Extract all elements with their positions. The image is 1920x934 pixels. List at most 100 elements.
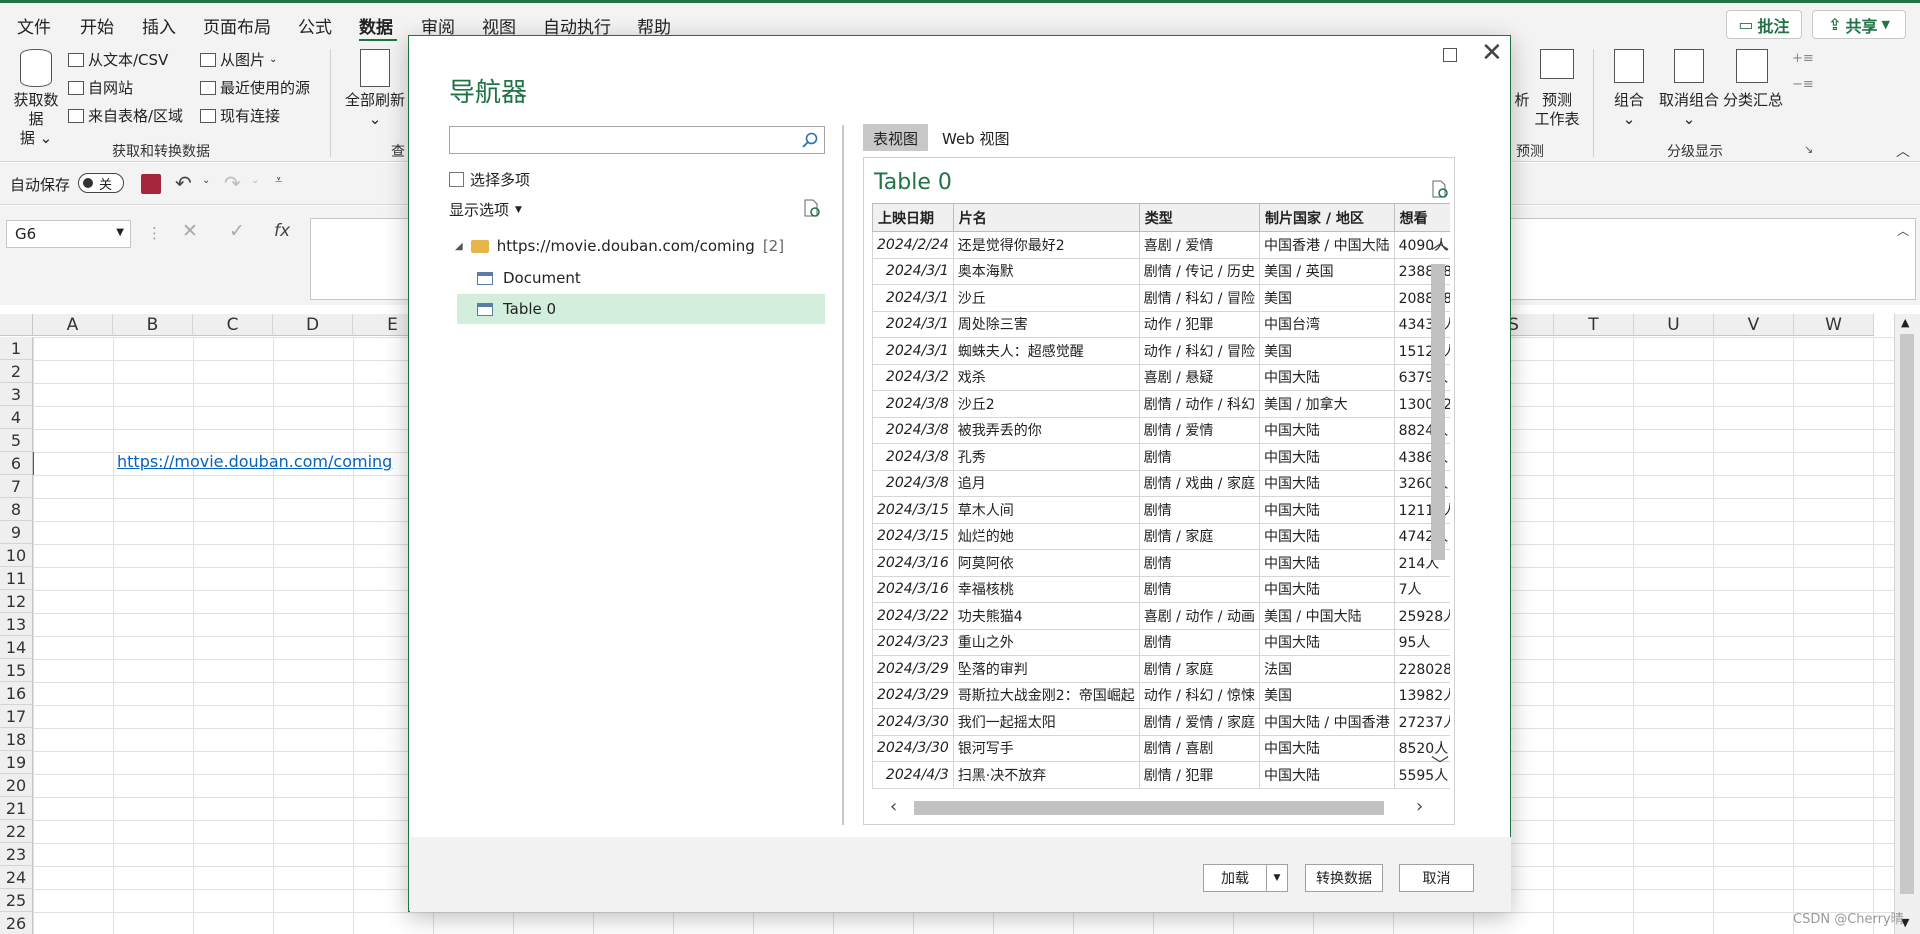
row-header[interactable]: 24 bbox=[0, 866, 33, 889]
table-row[interactable]: 2024/2/24 还是觉得你最好2 喜剧 / 爱情 中国香港 / 中国大陆 4090人 bbox=[872, 231, 1450, 259]
share-button[interactable]: ⇪ 共享 ▼ bbox=[1812, 10, 1906, 39]
refresh-icon[interactable] bbox=[801, 198, 821, 218]
table-row[interactable]: 2024/3/30 我们一起摇太阳 剧情 / 爱情 / 家庭 中国大陆 / 中国香港 2… bbox=[872, 708, 1450, 736]
table-row[interactable]: 2024/3/1周处除三害动作 / 犯罪中国台湾43439人 bbox=[872, 310, 1450, 338]
table-row[interactable]: 2024/3/8 孔秀 剧情 中国大陆 4386人 bbox=[872, 443, 1450, 471]
tree-root-node[interactable]: ◢ https://movie.douban.com/coming [2] bbox=[455, 237, 784, 255]
load-dropdown-button[interactable]: ▼ bbox=[1266, 864, 1288, 892]
scroll-up-icon[interactable]: ▲ bbox=[1901, 316, 1909, 329]
row-header[interactable]: 21 bbox=[0, 797, 33, 820]
row-header[interactable]: 5 bbox=[0, 429, 33, 452]
hide-detail-icon[interactable]: −≡ bbox=[1792, 77, 1814, 92]
table-row[interactable]: 2024/3/8沙丘2剧情 / 动作 / 科幻美国 / 加拿大130092人 bbox=[872, 390, 1450, 418]
column-header[interactable]: W bbox=[1794, 314, 1874, 336]
undo-icon[interactable]: ↶ bbox=[175, 171, 192, 195]
redo-icon[interactable]: ↷ bbox=[224, 171, 241, 195]
collapse-formula-bar-icon[interactable]: ︿ bbox=[1897, 222, 1909, 239]
row-header[interactable]: 15 bbox=[0, 659, 33, 682]
table-row[interactable]: 2024/3/16 幸福核桃 剧情 中国大陆 7人 bbox=[872, 575, 1450, 603]
ungroup-button[interactable]: 取消组合 ⌄ bbox=[1654, 91, 1724, 129]
tab-formulas[interactable]: 公式 bbox=[298, 13, 332, 38]
preview-vertical-scrollbar[interactable]: ︿ ﹀ bbox=[1428, 231, 1449, 781]
enter-icon[interactable]: ✓ bbox=[229, 220, 245, 242]
row-header[interactable]: 14 bbox=[0, 636, 33, 659]
table-row[interactable]: 2024/3/2 戏杀 喜剧 / 悬疑 中国大陆 6379人 bbox=[872, 363, 1450, 391]
sheet-vertical-scrollbar[interactable]: ▲ ▼ bbox=[1894, 314, 1920, 934]
tab-data[interactable]: 数据 bbox=[359, 13, 393, 38]
row-header[interactable]: 22 bbox=[0, 820, 33, 843]
column-header[interactable]: A bbox=[33, 314, 113, 336]
row-header[interactable]: 7 bbox=[0, 475, 33, 498]
column-header[interactable]: 制片国家 / 地区 bbox=[1258, 203, 1395, 232]
autosave-toggle[interactable]: 关 bbox=[78, 173, 124, 193]
table-row[interactable]: 2024/3/8 追月 剧情 / 戏曲 / 家庭 中国大陆 3260人 bbox=[872, 469, 1450, 497]
row-header[interactable]: 11 bbox=[0, 567, 33, 590]
row-header[interactable]: 4 bbox=[0, 406, 33, 429]
preview-horizontal-scrollbar[interactable]: ‹ › bbox=[874, 798, 1444, 818]
scroll-left-icon[interactable]: ‹ bbox=[890, 798, 897, 816]
customize-qat-icon[interactable]: ⩡ bbox=[275, 173, 282, 188]
dialog-launcher-icon[interactable]: ↘ bbox=[1804, 143, 1813, 156]
get-data-button[interactable]: 获取数据 据 ⌄ bbox=[8, 91, 64, 148]
table-row[interactable]: 2024/4/3 扫黑·决不放弃 剧情 / 犯罪 中国大陆 5595人 bbox=[872, 761, 1450, 789]
tab-page-layout[interactable]: 页面布局 bbox=[203, 13, 271, 38]
scrollbar-thumb[interactable] bbox=[1900, 334, 1914, 894]
navigator-search-input[interactable] bbox=[449, 126, 825, 154]
row-header[interactable]: 6 bbox=[0, 452, 33, 475]
group-button[interactable]: 组合 ⌄ bbox=[1604, 91, 1654, 129]
name-box[interactable]: G6 ▼ bbox=[6, 220, 131, 248]
tab-web-view[interactable]: Web 视图 bbox=[932, 124, 1019, 151]
scroll-down-icon[interactable]: ﹀ bbox=[1431, 757, 1449, 775]
row-header[interactable]: 9 bbox=[0, 521, 33, 544]
table-row[interactable]: 2024/3/23 重山之外 剧情 中国大陆 95人 bbox=[872, 628, 1450, 656]
row-header[interactable]: 12 bbox=[0, 590, 33, 613]
scroll-right-icon[interactable]: › bbox=[1416, 798, 1423, 816]
row-header[interactable]: 8 bbox=[0, 498, 33, 521]
existing-connections-button[interactable]: 现有连接 bbox=[200, 105, 280, 126]
chevron-down-icon[interactable]: ⌄ bbox=[251, 175, 259, 186]
tab-file[interactable]: 文件 bbox=[17, 13, 51, 38]
row-header[interactable]: 10 bbox=[0, 544, 33, 567]
table-row[interactable]: 2024/3/29坠落的审判剧情 / 家庭法国228028人 bbox=[872, 655, 1450, 683]
row-header[interactable]: 23 bbox=[0, 843, 33, 866]
column-header[interactable]: V bbox=[1714, 314, 1794, 336]
column-header[interactable]: 想看 bbox=[1393, 203, 1450, 232]
cancel-button[interactable]: 取消 bbox=[1399, 864, 1474, 892]
insert-function-button[interactable]: fx bbox=[274, 221, 290, 241]
close-icon[interactable]: ✕ bbox=[1481, 40, 1503, 66]
search-icon[interactable] bbox=[802, 132, 818, 148]
table-row[interactable]: 2024/3/1蜘蛛夫人：超感觉醒动作 / 科幻 / 冒险美国15126人 bbox=[872, 337, 1450, 365]
tab-table-view[interactable]: 表视图 bbox=[863, 124, 929, 151]
row-header[interactable]: 26 bbox=[0, 912, 33, 934]
table-row[interactable]: 2024/3/16 阿莫阿依 剧情 中国大陆 214人 bbox=[872, 549, 1450, 577]
row-header[interactable]: 3 bbox=[0, 383, 33, 406]
table-row[interactable]: 2024/3/22 功夫熊猫4 喜剧 / 动作 / 动画 美国 / 中国大陆 25928… bbox=[872, 602, 1450, 630]
from-table-button[interactable]: 来自表格/区域 bbox=[68, 105, 183, 126]
forecast-sheet-button[interactable]: 预测 工作表 bbox=[1524, 91, 1590, 129]
column-header[interactable]: 类型 bbox=[1138, 203, 1260, 232]
cancel-icon[interactable]: ✕ bbox=[182, 220, 198, 242]
table-row[interactable]: 2024/3/15草木人间剧情中国大陆12113人 bbox=[872, 496, 1450, 524]
table-row[interactable]: 2024/3/30 银河写手 剧情 / 喜剧 中国大陆 8520人 bbox=[872, 734, 1450, 762]
comments-button[interactable]: ▭ 批注 bbox=[1726, 10, 1802, 39]
show-detail-icon[interactable]: +≡ bbox=[1792, 51, 1814, 66]
column-header[interactable]: D bbox=[273, 314, 353, 336]
load-button[interactable]: 加载 bbox=[1203, 864, 1267, 892]
display-options-dropdown[interactable]: 显示选项 ▼ bbox=[449, 199, 522, 220]
tree-item-table-0[interactable]: Table 0 bbox=[457, 294, 825, 324]
row-header[interactable]: 13 bbox=[0, 613, 33, 636]
tab-insert[interactable]: 插入 bbox=[142, 13, 176, 38]
subtotal-button[interactable]: 分类汇总 bbox=[1722, 91, 1784, 110]
row-header[interactable]: 2 bbox=[0, 360, 33, 383]
column-header[interactable]: 片名 bbox=[952, 203, 1140, 232]
chevron-down-icon[interactable]: ⌄ bbox=[202, 175, 210, 186]
select-multiple-checkbox[interactable]: 选择多项 bbox=[449, 169, 530, 190]
recent-sources-button[interactable]: 最近使用的源 bbox=[200, 77, 310, 98]
collapse-ribbon-icon[interactable]: ︿ bbox=[1896, 141, 1910, 161]
row-header[interactable]: 20 bbox=[0, 774, 33, 797]
table-row[interactable]: 2024/3/1沙丘剧情 / 科幻 / 冒险美国208808人 bbox=[872, 284, 1450, 312]
column-header[interactable]: U bbox=[1634, 314, 1714, 336]
save-icon[interactable] bbox=[141, 174, 161, 194]
column-header[interactable]: T bbox=[1554, 314, 1634, 336]
tree-item-document[interactable]: Document bbox=[457, 263, 825, 293]
